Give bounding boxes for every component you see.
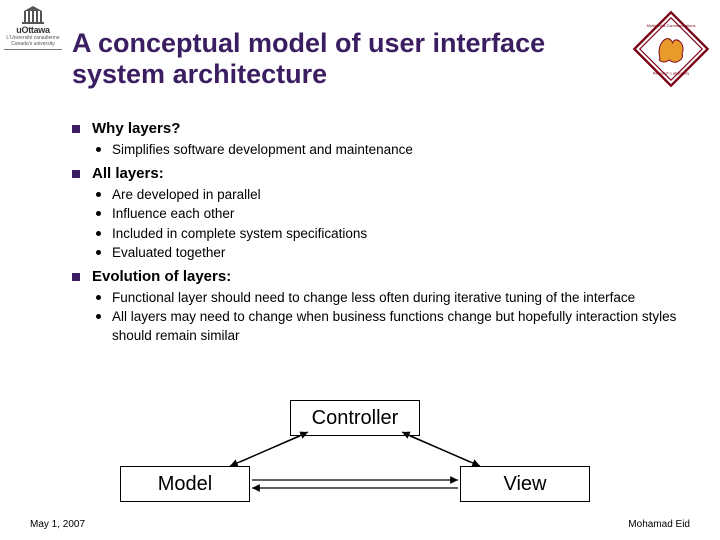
sub-bullet: All layers may need to change when busin… xyxy=(92,308,690,344)
sub-bullet: Influence each other xyxy=(92,205,690,223)
sub-bullet: Functional layer should need to change l… xyxy=(92,289,690,307)
logo-tagline-2: Canada's university xyxy=(4,42,62,47)
sub-bullet: Simplifies software development and main… xyxy=(92,141,690,159)
svg-text:Research Laboratory: Research Laboratory xyxy=(653,71,689,76)
svg-text:Multimedia Communications: Multimedia Communications xyxy=(647,23,696,28)
bullet-all-layers: All layers: Are developed in parallel In… xyxy=(70,165,690,262)
bullet-label: Evolution of layers: xyxy=(92,268,231,285)
box-model: Model xyxy=(120,466,250,502)
footer-date: May 1, 2007 xyxy=(30,519,85,530)
sub-bullet: Included in complete system specificatio… xyxy=(92,225,690,243)
sub-bullet: Evaluated together xyxy=(92,244,690,262)
research-lab-logo: Multimedia Communications Research Labor… xyxy=(632,10,710,88)
mvc-diagram: Controller Model View xyxy=(0,400,720,510)
bullet-why-layers: Why layers? Simplifies software developm… xyxy=(70,120,690,159)
box-view: View xyxy=(460,466,590,502)
bullet-label: Why layers? xyxy=(92,120,180,137)
bullet-evolution: Evolution of layers: Functional layer sh… xyxy=(70,268,690,345)
logo-name: uOttawa xyxy=(4,25,62,35)
footer-author: Mohamad Eid xyxy=(628,519,690,530)
slide: uOttawa L'Université canadienne Canada's… xyxy=(0,0,720,540)
sub-bullet: Are developed in parallel xyxy=(92,186,690,204)
university-logo: uOttawa L'Université canadienne Canada's… xyxy=(4,6,62,50)
slide-title: A conceptual model of user interface sys… xyxy=(72,28,610,90)
slide-body: Why layers? Simplifies software developm… xyxy=(70,120,690,351)
building-icon xyxy=(21,6,45,24)
box-controller: Controller xyxy=(290,400,420,436)
bullet-label: All layers: xyxy=(92,165,164,182)
